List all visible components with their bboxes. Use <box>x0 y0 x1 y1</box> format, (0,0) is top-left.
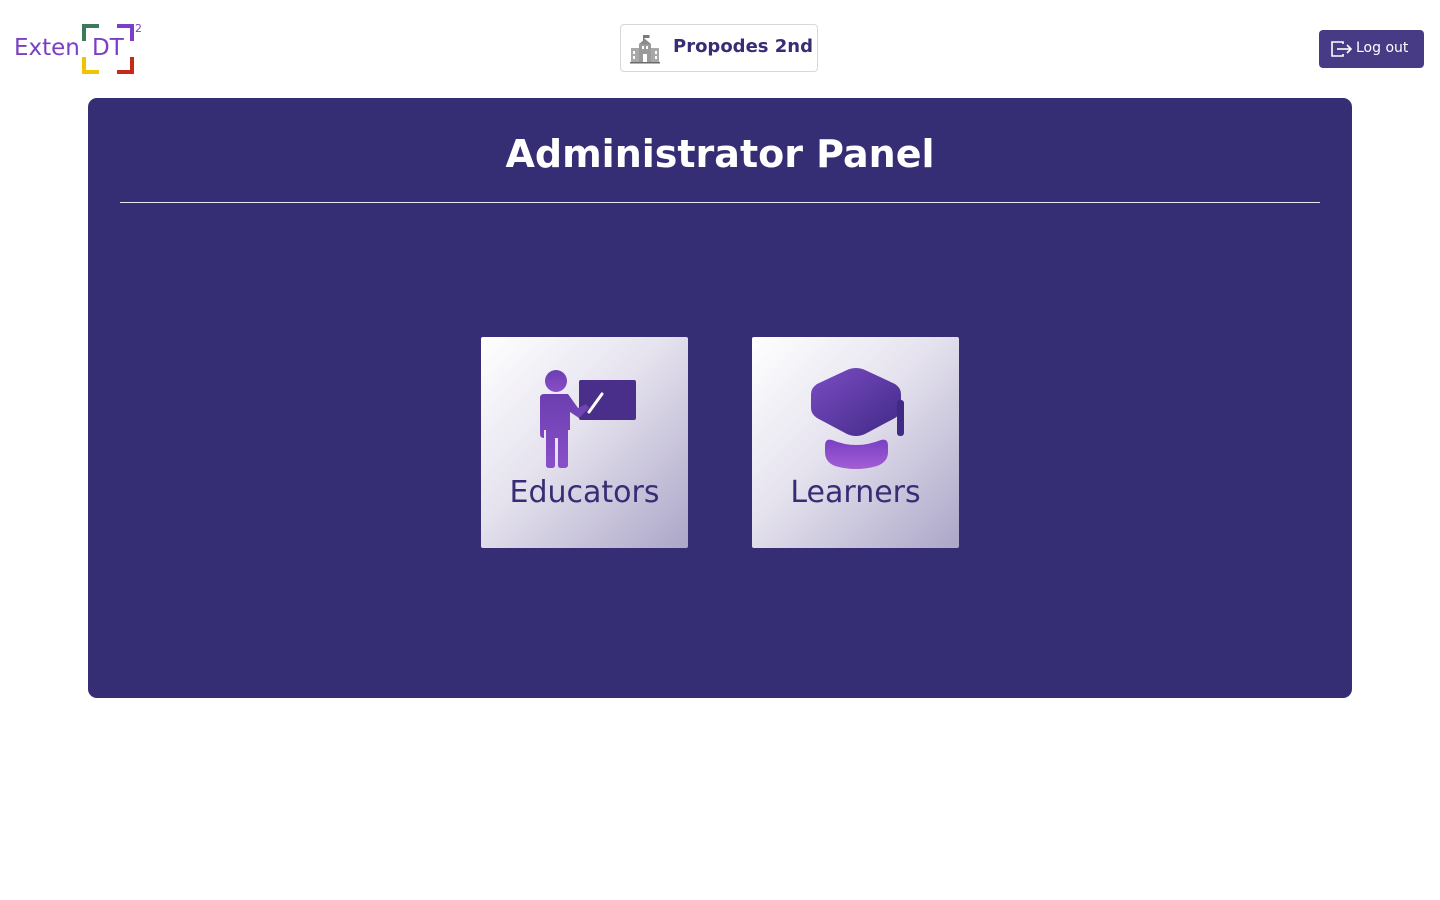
logout-label: Log out <box>1356 40 1409 56</box>
administrator-panel: Administrator Panel Educators Learners <box>88 98 1352 698</box>
logo-frame: DT <box>82 24 134 74</box>
educators-label: Educators <box>509 475 660 510</box>
extendt-logo[interactable]: Exten DT 2 <box>14 22 146 76</box>
logo-text-dt: DT <box>92 35 124 61</box>
educators-tile[interactable]: Educators <box>481 337 688 548</box>
panel-title: Administrator Panel <box>505 132 935 176</box>
school-building-icon <box>630 35 660 64</box>
logout-button[interactable]: Log out <box>1319 30 1424 68</box>
top-header: Exten DT 2 Propodes 2nd Log out <box>0 0 1440 98</box>
logout-icon <box>1331 41 1353 57</box>
panel-divider <box>120 202 1320 203</box>
learners-tile[interactable]: Learners <box>752 337 959 548</box>
school-selector[interactable]: Propodes 2nd <box>620 24 818 72</box>
graduation-cap-icon <box>811 368 904 469</box>
logo-text-exten: Exten <box>14 35 80 61</box>
learners-label: Learners <box>790 475 921 510</box>
logo-superscript: 2 <box>135 22 142 35</box>
school-name: Propodes 2nd <box>673 36 813 57</box>
teacher-board-icon <box>540 370 636 468</box>
